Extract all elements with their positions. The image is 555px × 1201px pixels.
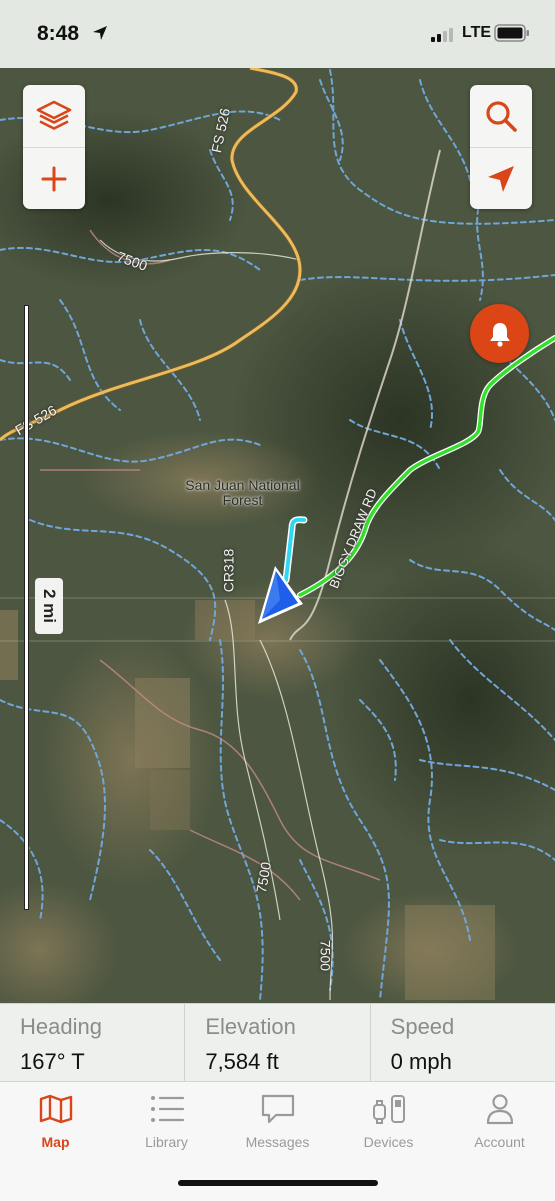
tab-library[interactable]: Library — [111, 1092, 222, 1150]
battery-icon — [494, 24, 529, 42]
devices-icon — [372, 1095, 405, 1124]
road-label-7500-bottom: 7500 — [317, 939, 334, 972]
tab-devices-label: Devices — [363, 1134, 414, 1150]
tab-account[interactable]: Account — [444, 1092, 555, 1150]
elevation-value: 7,584 ft — [205, 1049, 279, 1074]
status-time: 8:48 — [37, 22, 80, 45]
status-bar: 8:48 LTE — [0, 0, 555, 68]
heading-value: 167° T — [20, 1049, 85, 1074]
add-waypoint-button[interactable] — [23, 147, 85, 209]
forest-label: San Juan National Forest — [185, 477, 300, 508]
location-arrow-icon — [488, 166, 514, 192]
scale-label: 2 mi — [35, 578, 63, 634]
plus-icon — [41, 166, 67, 192]
speed-value: 0 mph — [390, 1049, 452, 1074]
heading-stat[interactable]: Heading 167° T — [0, 1004, 184, 1082]
scale-value: 2 mi — [40, 588, 59, 624]
locate-me-button[interactable] — [470, 147, 532, 209]
stats-bar[interactable]: Heading 167° T Elevation 7,584 ft Speed … — [0, 1003, 555, 1082]
layers-button[interactable] — [23, 85, 85, 147]
tab-map[interactable]: Map — [0, 1092, 111, 1150]
map-tools-panel — [23, 85, 85, 209]
scale-bar — [24, 305, 29, 910]
tab-devices[interactable]: Devices — [333, 1092, 444, 1150]
speed-label: Speed — [390, 1014, 455, 1039]
list-icon — [150, 1096, 184, 1122]
bell-icon — [489, 322, 510, 347]
satellite-terrain[interactable] — [0, 68, 555, 1003]
elevation-stat[interactable]: Elevation 7,584 ft — [184, 1004, 369, 1082]
home-indicator[interactable] — [178, 1180, 378, 1186]
map-navigation-panel — [470, 85, 532, 209]
signal-strength-icon — [431, 28, 453, 42]
search-icon — [486, 101, 517, 132]
tab-messages-label: Messages — [245, 1134, 310, 1150]
tab-library-label: Library — [145, 1134, 188, 1150]
layers-icon — [36, 100, 72, 130]
tab-account-label: Account — [474, 1134, 525, 1150]
road-label-cr318: CR318 — [220, 548, 237, 593]
message-icon — [261, 1094, 294, 1124]
map-icon — [39, 1094, 72, 1124]
heading-label: Heading — [20, 1014, 102, 1039]
speed-stat[interactable]: Speed 0 mph — [369, 1004, 555, 1082]
network-type: LTE — [462, 24, 492, 41]
tab-map-label: Map — [41, 1134, 70, 1150]
location-services-icon — [93, 26, 107, 40]
search-button[interactable] — [470, 85, 532, 147]
person-icon — [486, 1094, 513, 1125]
elevation-label: Elevation — [205, 1014, 296, 1039]
map-view[interactable]: FS 526 FS 526 7500 San Juan National For… — [0, 68, 555, 1003]
tab-messages[interactable]: Messages — [222, 1092, 333, 1150]
alerts-button[interactable] — [470, 304, 529, 363]
